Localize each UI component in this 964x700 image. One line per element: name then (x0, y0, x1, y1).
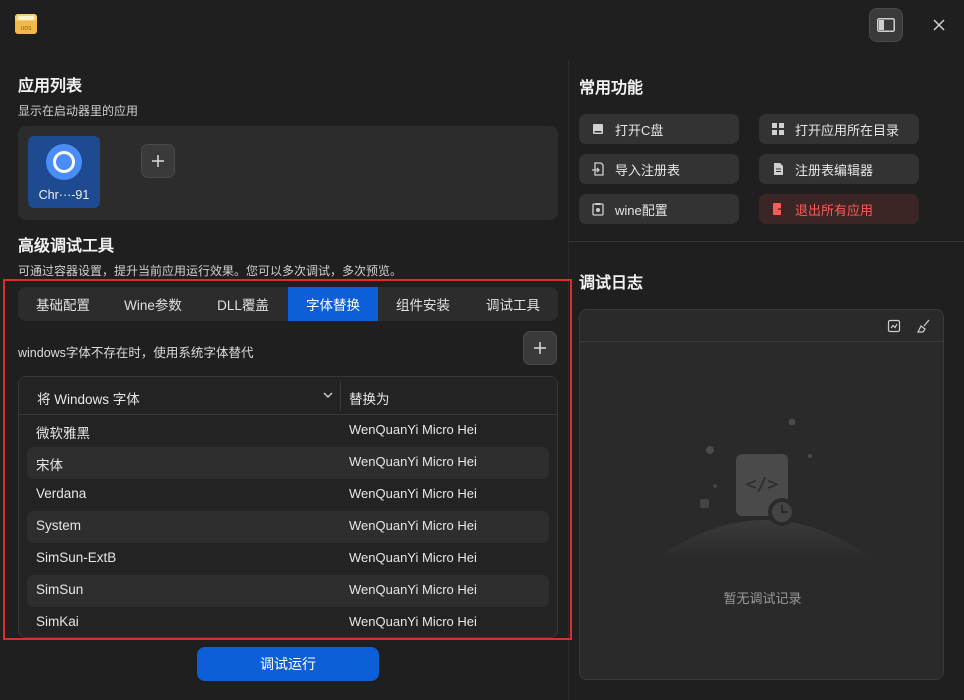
right-panel: 常用功能 打开C盘 打开应用所在目录 导入注册表 注册表编辑器 wine配置 退… (568, 60, 964, 700)
column-header-windows-font[interactable]: 将 Windows 字体 (37, 388, 140, 408)
app-tile-chrome[interactable]: Chr···-91 (28, 136, 100, 208)
windows-font-cell: Verdana (36, 486, 87, 501)
app-tile-name: Chr···-91 (38, 188, 90, 202)
left-panel: 应用列表 显示在启动器里的应用 Chr···-91 高级调试工具 可通过容器设置… (0, 60, 572, 700)
replacement-font-cell: WenQuanYi Micro Hei (349, 486, 477, 501)
section-divider (568, 241, 964, 242)
chrome-icon (44, 142, 84, 182)
table-row[interactable]: 微软雅黑 WenQuanYi Micro Hei (27, 415, 549, 447)
table-row[interactable]: SimKai WenQuanYi Micro Hei (27, 607, 549, 637)
app-list-box: Chr···-91 (18, 126, 558, 220)
table-row[interactable]: SimSun-ExtB WenQuanYi Micro Hei (27, 543, 549, 575)
folder-icon (772, 123, 784, 135)
windows-font-cell: SimSun-ExtB (36, 550, 117, 565)
table-header: 将 Windows 字体 替换为 (19, 377, 557, 415)
debug-run-button[interactable]: 调试运行 (197, 647, 379, 681)
windows-font-cell: SimKai (36, 614, 79, 629)
exit-all-apps-button[interactable]: 退出所有应用 (759, 194, 919, 224)
windows-font-cell: 微软雅黑 (36, 426, 90, 441)
tab-bar: 基础配置 Wine参数 DLL覆盖 字体替换 组件安装 调试工具 (18, 287, 558, 321)
sidebar-toggle-icon (877, 18, 895, 32)
wine-config-button[interactable]: wine配置 (579, 194, 739, 224)
chevron-down-icon[interactable] (323, 392, 333, 399)
advanced-title: 高级调试工具 (18, 238, 115, 255)
debug-log-panel: </> 暂无调试记录 (579, 309, 944, 680)
app-list-subtitle: 显示在启动器里的应用 (18, 104, 139, 118)
replacement-font-cell: WenQuanYi Micro Hei (349, 582, 477, 597)
import-registry-button[interactable]: 导入注册表 (579, 154, 739, 184)
empty-log-text: 暂无调试记录 (723, 591, 802, 606)
exit-icon (773, 203, 785, 215)
tab-components[interactable]: 组件安装 (378, 287, 468, 321)
title-bar: UOS (0, 0, 964, 50)
config-icon (592, 203, 604, 216)
table-row[interactable]: Verdana WenQuanYi Micro Hei (27, 479, 549, 511)
sidebar-toggle-button[interactable] (869, 8, 903, 42)
table-row[interactable]: System WenQuanYi Micro Hei (27, 511, 549, 543)
clear-log-icon[interactable] (917, 319, 931, 333)
log-toolbar (580, 310, 943, 342)
add-app-button[interactable] (141, 144, 175, 178)
drive-icon (593, 124, 603, 134)
svg-text:UOS: UOS (21, 26, 32, 32)
wine-config-label: wine配置 (615, 202, 668, 218)
open-c-drive-button[interactable]: 打开C盘 (579, 114, 739, 144)
windows-font-cell: System (36, 518, 82, 533)
tab-basic[interactable]: 基础配置 (18, 287, 108, 321)
replacement-font-cell: WenQuanYi Micro Hei (349, 550, 477, 565)
tab-dll-override[interactable]: DLL覆盖 (198, 287, 288, 321)
common-functions-title: 常用功能 (579, 80, 644, 97)
tab-debug-tools[interactable]: 调试工具 (468, 287, 558, 321)
windows-font-cell: 宋体 (36, 458, 63, 473)
app-icon: UOS (13, 11, 39, 37)
advanced-subtitle: 可通过容器设置，提升当前应用运行效果。您可以多次调试，多次预览。 (18, 264, 403, 278)
font-replace-description: windows字体不存在时，使用系统字体替代 (18, 346, 254, 360)
plus-icon (152, 155, 164, 167)
column-header-replace-with: 替换为 (349, 392, 390, 407)
import-icon (592, 162, 604, 176)
font-table: 将 Windows 字体 替换为 微软雅黑 WenQuanYi Micro He… (18, 376, 558, 638)
exit-all-apps-label: 退出所有应用 (795, 202, 874, 218)
registry-icon (774, 163, 783, 175)
add-font-button[interactable] (523, 331, 557, 365)
svg-text:</>: </> (746, 474, 779, 495)
tab-font-replace[interactable]: 字体替换 (288, 287, 378, 321)
open-c-drive-label: 打开C盘 (615, 122, 664, 138)
table-row[interactable]: 宋体 WenQuanYi Micro Hei (27, 447, 549, 479)
replacement-font-cell: WenQuanYi Micro Hei (349, 518, 477, 533)
save-log-icon[interactable] (887, 319, 901, 333)
close-icon (933, 19, 945, 31)
table-row[interactable]: SimSun WenQuanYi Micro Hei (27, 575, 549, 607)
open-app-directory-label: 打开应用所在目录 (795, 122, 900, 138)
replacement-font-cell: WenQuanYi Micro Hei (349, 454, 477, 469)
debug-log-title: 调试日志 (579, 275, 644, 292)
replacement-font-cell: WenQuanYi Micro Hei (349, 614, 477, 629)
close-button[interactable] (927, 13, 951, 37)
open-app-directory-button[interactable]: 打开应用所在目录 (759, 114, 919, 144)
windows-font-cell: SimSun (36, 582, 84, 597)
registry-editor-button[interactable]: 注册表编辑器 (759, 154, 919, 184)
import-registry-label: 导入注册表 (615, 162, 681, 178)
column-divider (340, 381, 341, 411)
app-list-title: 应用列表 (18, 78, 83, 95)
replacement-font-cell: WenQuanYi Micro Hei (349, 422, 477, 437)
empty-log-illustration: </> (655, 418, 875, 560)
registry-editor-label: 注册表编辑器 (795, 162, 874, 178)
tab-wine-params[interactable]: Wine参数 (108, 287, 198, 321)
plus-icon (534, 342, 546, 354)
